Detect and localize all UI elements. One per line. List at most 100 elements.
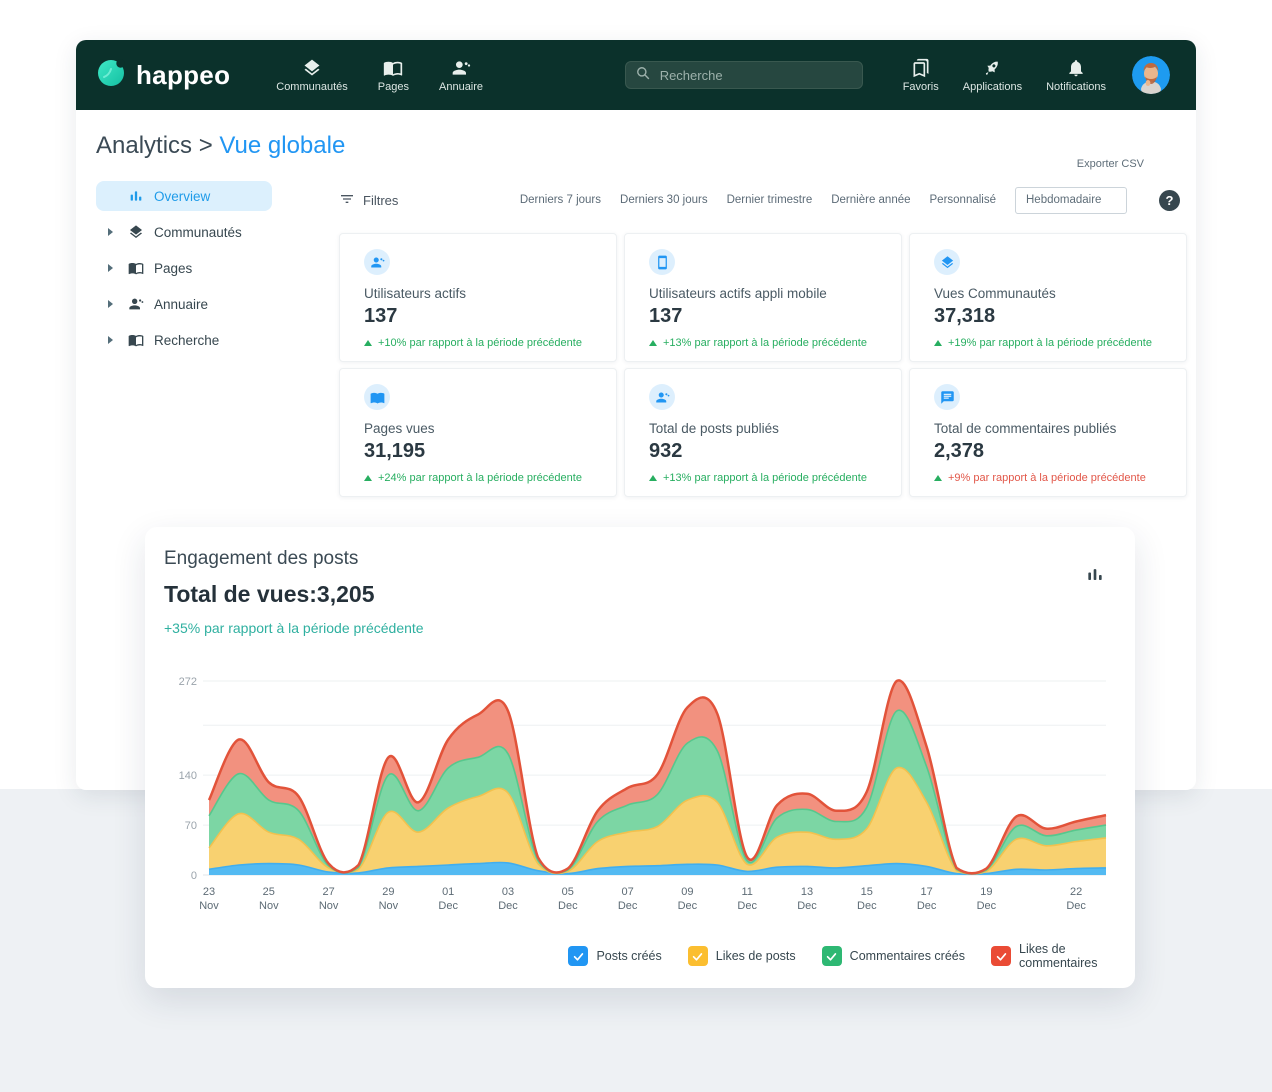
range-last-year[interactable]: Dernière année: [831, 194, 910, 206]
stat-value: 37,318: [934, 305, 1162, 328]
book-icon: [127, 332, 145, 348]
delta-up-icon: [934, 475, 942, 481]
breadcrumb-section[interactable]: Analytics: [96, 132, 192, 159]
stat-delta-text: +13% par rapport à la période précédente: [663, 472, 867, 484]
chart-legend: Posts créés Likes de posts Commentaires …: [568, 942, 1109, 971]
stat-value: 137: [364, 305, 592, 328]
svg-text:29: 29: [382, 886, 394, 898]
nav-item-annuaire[interactable]: Annuaire: [439, 58, 483, 93]
book-icon: [127, 260, 145, 276]
engagement-chart-card: Engagement des posts Total de vues:3,205…: [145, 527, 1135, 988]
stat-card-active-users: Utilisateurs actifs 137 +10% par rapport…: [339, 233, 617, 362]
legend-checkbox[interactable]: [822, 946, 842, 966]
svg-text:09: 09: [681, 886, 693, 898]
stat-delta: +9% par rapport à la période précédente: [934, 472, 1162, 484]
filters-button[interactable]: Filtres: [339, 191, 398, 210]
svg-text:17: 17: [920, 886, 932, 898]
legend-item-commentaires-crees[interactable]: Commentaires créés: [822, 946, 965, 966]
legend-item-posts-crees[interactable]: Posts créés: [568, 946, 661, 966]
svg-text:Dec: Dec: [678, 900, 698, 912]
sidebar-item-pages[interactable]: Pages: [96, 253, 272, 283]
check-icon: [995, 950, 1008, 963]
range-last-quarter[interactable]: Dernier trimestre: [727, 194, 813, 206]
legend-label: Commentaires créés: [850, 949, 965, 963]
chart-total-views: Total de vues:3,205: [164, 581, 375, 608]
search-icon: [636, 66, 650, 85]
svg-text:11: 11: [741, 886, 752, 898]
nav-item-notifications[interactable]: Notifications: [1046, 58, 1106, 93]
sidebar-item-label: Annuaire: [154, 297, 208, 312]
chart-type-icon[interactable]: [1085, 565, 1105, 590]
range-custom[interactable]: Personnalisé: [930, 194, 996, 206]
date-range-group: Derniers 7 jours Derniers 30 jours Derni…: [520, 187, 1180, 214]
legend-checkbox[interactable]: [688, 946, 708, 966]
nav-item-communautes[interactable]: Communautés: [276, 58, 348, 93]
sidebar-item-recherche[interactable]: Recherche: [96, 325, 272, 355]
layers-icon: [127, 224, 145, 240]
stat-delta-text: +10% par rapport à la période précédente: [378, 337, 582, 349]
happeo-logo[interactable]: happeo: [96, 58, 230, 93]
check-icon: [825, 950, 838, 963]
chevron-right-icon[interactable]: [108, 228, 118, 236]
stat-card-community-views: Vues Communautés 37,318 +19% par rapport…: [909, 233, 1187, 362]
person-icon: [127, 296, 145, 312]
layers-icon: [934, 249, 960, 275]
analytics-sidebar: Overview Communautés Pages: [96, 181, 272, 361]
layers-icon: [302, 58, 322, 78]
chart-title: Engagement des posts: [164, 548, 358, 570]
svg-text:25: 25: [263, 886, 275, 898]
svg-text:Nov: Nov: [379, 900, 399, 912]
help-button[interactable]: ?: [1159, 190, 1180, 211]
svg-text:27: 27: [322, 886, 334, 898]
chevron-right-icon[interactable]: [108, 336, 118, 344]
nav-item-applications[interactable]: Applications: [963, 58, 1022, 93]
legend-item-likes-de-commentaires[interactable]: Likes de commentaires: [991, 942, 1109, 971]
sidebar-item-label: Overview: [154, 189, 210, 204]
book-icon: [364, 384, 390, 410]
export-csv-link[interactable]: Exporter CSV: [1077, 158, 1144, 170]
sidebar-item-overview[interactable]: Overview: [96, 181, 272, 211]
stat-label: Total de commentaires publiés: [934, 421, 1162, 436]
sidebar-item-label: Pages: [154, 261, 192, 276]
stat-delta: +24% par rapport à la période précédente: [364, 472, 592, 484]
stat-label: Utilisateurs actifs: [364, 286, 592, 301]
global-search[interactable]: [625, 61, 863, 89]
stat-delta: +19% par rapport à la période précédente: [934, 337, 1162, 349]
stat-label: Vues Communautés: [934, 286, 1162, 301]
svg-text:23: 23: [203, 886, 215, 898]
users-icon: [364, 249, 390, 275]
range-last-7-days[interactable]: Derniers 7 jours: [520, 194, 601, 206]
frequency-select[interactable]: Hebdomadaire: [1015, 187, 1127, 214]
chevron-right-icon[interactable]: [108, 300, 118, 308]
stat-card-mobile-users: Utilisateurs actifs appli mobile 137 +13…: [624, 233, 902, 362]
happeo-logo-icon: [96, 58, 126, 93]
sidebar-item-communautes[interactable]: Communautés: [96, 217, 272, 247]
user-avatar[interactable]: [1132, 56, 1170, 94]
svg-text:01: 01: [442, 886, 454, 898]
legend-item-likes-de-posts[interactable]: Likes de posts: [688, 946, 796, 966]
breadcrumb-separator: >: [199, 132, 213, 159]
book-icon: [383, 58, 403, 78]
chevron-right-icon[interactable]: [108, 264, 118, 272]
legend-checkbox[interactable]: [568, 946, 588, 966]
svg-text:Dec: Dec: [498, 900, 518, 912]
logo-text: happeo: [136, 60, 230, 91]
stat-value: 932: [649, 440, 877, 463]
stat-card-posts-published: Total de posts publiés 932 +13% par rapp…: [624, 368, 902, 497]
svg-text:19: 19: [980, 886, 992, 898]
svg-text:Nov: Nov: [199, 900, 219, 912]
legend-checkbox[interactable]: [991, 946, 1011, 966]
range-last-30-days[interactable]: Derniers 30 jours: [620, 194, 708, 206]
stat-cards-grid: Utilisateurs actifs 137 +10% par rapport…: [339, 233, 1187, 497]
nav-item-favoris[interactable]: Favoris: [903, 58, 939, 93]
bar-chart-icon: [127, 188, 145, 204]
search-input[interactable]: [658, 67, 852, 84]
stat-delta: +13% par rapport à la période précédente: [649, 472, 877, 484]
svg-text:Dec: Dec: [618, 900, 638, 912]
smartphone-icon: [649, 249, 675, 275]
sidebar-item-annuaire[interactable]: Annuaire: [96, 289, 272, 319]
nav-item-pages[interactable]: Pages: [378, 58, 409, 93]
svg-text:Dec: Dec: [558, 900, 578, 912]
navbar-right-group: Favoris Applications: [903, 58, 1106, 93]
svg-text:05: 05: [562, 886, 574, 898]
